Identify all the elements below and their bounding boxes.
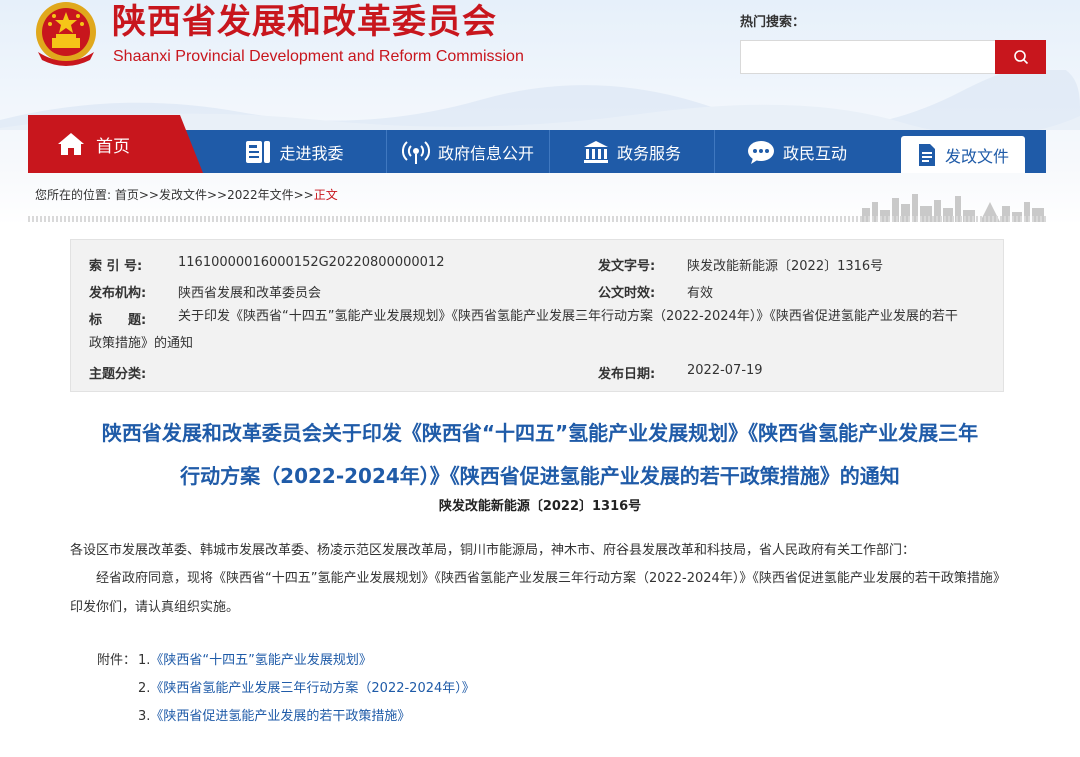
breadcrumb-current: 正文 [313, 188, 338, 202]
index-value: 11610000016000152G20220800000012 [178, 255, 445, 270]
org-value: 陕西省发展和改革委员会 [178, 286, 322, 301]
site-title: 陕西省发展和改革委员会 [112, 2, 497, 42]
profile-card-icon [246, 140, 271, 163]
chat-bubble-icon [747, 140, 774, 164]
breadcrumb: 您所在的位置: 首页>>发改文件>>2022年文件>>正文 [35, 186, 338, 203]
attachment-link-2[interactable]: 2.《陕西省氢能产业发展三年行动方案（2022-2024年）》 [138, 677, 475, 696]
breadcrumb-path[interactable]: 首页>>发改文件>>2022年文件>> [115, 188, 314, 202]
org-label: 发布机构: [89, 286, 147, 301]
category-label: 主题分类: [89, 367, 147, 382]
attachment-num: 3. [138, 709, 151, 724]
nav-item-documents-label: 发改文件 [944, 146, 1009, 166]
search-icon [1013, 50, 1028, 65]
broadcast-icon [401, 140, 430, 164]
article-title: 陕西省发展和改革委员会关于印发《陕西省“十四五”氢能产业发展规划》《陕西省氢能产… [60, 412, 1020, 498]
nav-item-services[interactable]: 政务服务 [550, 130, 714, 173]
doc-no-label: 发文字号: [598, 259, 656, 274]
article-recipients: 各设区市发展改革委、韩城市发展改革委、杨凌示范区发展改革局，铜川市能源局，神木市… [70, 543, 916, 558]
breadcrumb-prefix: 您所在的位置: [35, 188, 115, 202]
validity-value: 有效 [687, 286, 714, 301]
home-icon [58, 133, 84, 155]
attachment-num: 1. [138, 653, 151, 668]
index-label: 索 引 号: [89, 259, 143, 274]
title-value: 关于印发《陕西省“十四五”氢能产业发展规划》《陕西省氢能产业发展三年行动方案（2… [89, 309, 958, 351]
nav-item-documents[interactable]: 发改文件 [901, 136, 1025, 173]
article-title-line1: 陕西省发展和改革委员会关于印发《陕西省“十四五”氢能产业发展规划》《陕西省氢能产… [101, 421, 979, 445]
national-emblem-icon[interactable] [28, 0, 104, 68]
attachment-text: 《陕西省氢能产业发展三年行动方案（2022-2024年）》 [150, 681, 475, 696]
doc-no-value: 陕发改能新能源〔2022〕1316号 [687, 259, 884, 274]
nav-item-interaction-label: 政民互动 [782, 143, 847, 163]
document-metadata: 索 引 号: 11610000016000152G20220800000012 … [70, 239, 1004, 392]
nav-item-interaction[interactable]: 政民互动 [715, 130, 879, 173]
nav-home-label: 首页 [96, 136, 130, 157]
validity-label: 公文时效: [598, 286, 656, 301]
main-nav: 首页 走进我委 政府信息公开 政务服务 政民互动 发改文件 [28, 115, 1046, 173]
document-icon [918, 143, 935, 166]
attachment-label: 附件： [97, 653, 137, 668]
date-value: 2022-07-19 [687, 363, 763, 378]
breadcrumb-divider [28, 216, 1046, 222]
attachment-link-1[interactable]: 1.《陕西省“十四五”氢能产业发展规划》 [138, 649, 372, 668]
article-doc-number: 陕发改能新能源〔2022〕1316号 [438, 499, 642, 514]
attachment-text: 《陕西省“十四五”氢能产业发展规划》 [150, 653, 372, 668]
date-label: 发布日期: [598, 367, 656, 382]
nav-item-gov-info[interactable]: 政府信息公开 [387, 130, 549, 173]
site-subtitle: Shaanxi Provincial Development and Refor… [113, 48, 524, 65]
nav-home[interactable]: 首页 [28, 115, 203, 173]
nav-item-about-label: 走进我委 [279, 143, 344, 163]
attachment-text: 《陕西省促进氢能产业发展的若干政策措施》 [150, 709, 411, 724]
article-body: 经省政府同意，现将《陕西省“十四五”氢能产业发展规划》《陕西省氢能产业发展三年行… [70, 571, 1000, 615]
nav-item-services-label: 政务服务 [616, 143, 681, 163]
search-button[interactable] [995, 40, 1046, 74]
search-input[interactable] [740, 40, 996, 74]
search-label: 热门搜索： [740, 15, 806, 30]
attachment-link-3[interactable]: 3.《陕西省促进氢能产业发展的若干政策措施》 [138, 705, 410, 724]
nav-item-gov-info-label: 政府信息公开 [437, 143, 534, 163]
article-title-line2: 行动方案（2022-2024年）》《陕西省促进氢能产业发展的若干政策措施》的通知 [180, 464, 900, 488]
attachment-num: 2. [138, 681, 151, 696]
government-building-icon [583, 140, 608, 163]
nav-item-about[interactable]: 走进我委 [203, 130, 386, 173]
